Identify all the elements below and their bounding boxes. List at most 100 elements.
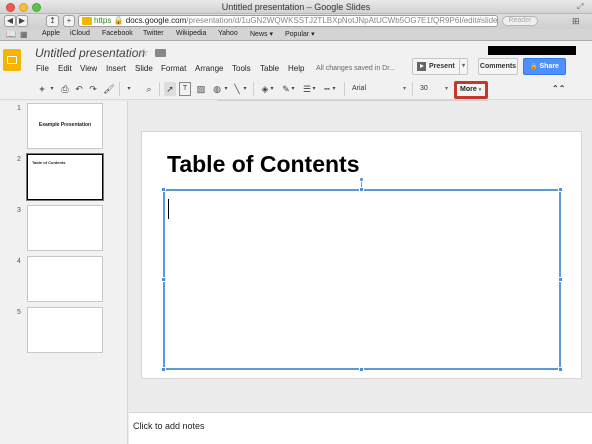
shape-icon[interactable]: ◍ [210, 82, 224, 96]
zoom-icon[interactable]: ⌕ [143, 82, 155, 96]
collapse-toolbar-icon[interactable]: ⌃⌃ [552, 82, 565, 96]
font-size-dropdown-icon: ▾ [444, 86, 448, 92]
back-button[interactable]: ◀ [4, 15, 16, 27]
lock-icon: 🔒 [113, 16, 124, 25]
menu-edit[interactable]: Edit [58, 64, 72, 73]
menu-format[interactable]: Format [161, 64, 186, 73]
bookmark-facebook[interactable]: Facebook [102, 30, 133, 37]
resize-handle-nw[interactable] [161, 187, 166, 192]
speaker-notes-placeholder[interactable]: Click to add notes [133, 421, 205, 431]
present-label: Present [429, 63, 455, 70]
border-dash-dropdown-icon[interactable]: ▾ [331, 82, 337, 96]
fill-dropdown-icon[interactable]: ▾ [269, 82, 275, 96]
bookmark-apple[interactable]: Apple [42, 30, 60, 37]
font-size-value: 30 [420, 85, 428, 92]
rotate-handle[interactable] [359, 177, 364, 182]
bookmark-news[interactable]: News ▾ [250, 30, 273, 38]
bookmark-icloud[interactable]: iCloud [70, 30, 90, 37]
more-toolbar-button[interactable]: More ▾ [454, 81, 488, 99]
bookmark-twitter[interactable]: Twitter [143, 30, 164, 37]
border-weight-dropdown-icon[interactable]: ▾ [311, 82, 317, 96]
more-dropdown-icon: ▾ [478, 87, 482, 93]
document-title[interactable]: Untitled presentation [35, 46, 145, 60]
reading-list-icon[interactable]: 📖 [6, 30, 16, 39]
menu-insert[interactable]: Insert [106, 64, 126, 73]
shape-dropdown-icon[interactable]: ▾ [223, 82, 229, 96]
text-caret [168, 199, 169, 219]
toolbar-divider [412, 82, 413, 96]
slide-thumbnail-1[interactable]: Example Presentation [27, 103, 103, 149]
slide-thumbnail-4[interactable] [27, 256, 103, 302]
paint-format-icon[interactable]: 🖌 [103, 82, 115, 96]
menu-help[interactable]: Help [288, 64, 304, 73]
toolbar-divider [344, 82, 345, 96]
slide-thumbnail-3[interactable] [27, 205, 103, 251]
top-sites-icon[interactable]: ▦ [20, 30, 28, 39]
slide-thumbnail-5[interactable] [27, 307, 103, 353]
star-icon[interactable]: ☆ [139, 46, 149, 59]
browser-toolbar: ◀ ▶ ↥ + https 🔒 docs.google.com/presenta… [0, 14, 592, 29]
border-color-dropdown-icon[interactable]: ▾ [290, 82, 296, 96]
app-header: Untitled presentation ☆ File Edit View I… [0, 41, 592, 77]
reader-button[interactable]: Reader [502, 16, 538, 26]
new-slide-dropdown-icon[interactable]: ▾ [49, 82, 55, 96]
thumbnail-title: Example Presentation [38, 122, 92, 128]
redo-icon[interactable]: ↷ [87, 82, 99, 96]
menu-arrange[interactable]: Arrange [195, 64, 223, 73]
menu-tools[interactable]: Tools [232, 64, 251, 73]
share-page-button[interactable]: ↥ [46, 15, 59, 27]
forward-button[interactable]: ▶ [16, 15, 28, 27]
image-icon[interactable]: ▨ [195, 82, 207, 96]
new-tab-button[interactable]: + [63, 15, 75, 27]
select-cursor-icon[interactable]: ➚ [164, 82, 176, 96]
line-dropdown-icon[interactable]: ▾ [242, 82, 248, 96]
bookmark-wikipedia[interactable]: Wikipedia [176, 30, 206, 37]
bookmark-yahoo[interactable]: Yahoo [218, 30, 238, 37]
url-scheme: https [94, 16, 112, 25]
resize-handle-sw[interactable] [161, 367, 166, 372]
toolbar-divider [253, 82, 254, 96]
slides-logo-icon[interactable] [3, 49, 21, 71]
share-label: Share [539, 63, 559, 70]
resize-handle-w[interactable] [161, 277, 166, 282]
font-family-select[interactable]: Arial ▾ [352, 82, 408, 96]
fullscreen-icon[interactable]: ⤢ [577, 2, 586, 11]
comments-button[interactable]: Comments [478, 58, 518, 75]
toolbar-divider [159, 82, 160, 96]
resize-handle-n[interactable] [359, 187, 364, 192]
resize-handle-ne[interactable] [558, 187, 563, 192]
save-status[interactable]: All changes saved in Dr... [316, 65, 395, 72]
bookmarks-bar: 📖 ▦ Apple iCloud Facebook Twitter Wikipe… [0, 29, 592, 41]
window-titlebar: Untitled presentation – Google Slides ⤢ [0, 0, 592, 14]
new-slide-button[interactable]: + [34, 82, 50, 96]
present-dropdown-icon[interactable]: ▾ [458, 59, 465, 74]
url-domain: docs.google.com [125, 16, 187, 25]
menu-table[interactable]: Table [260, 64, 279, 73]
slide-title[interactable]: Table of Contents [167, 151, 360, 178]
account-name-redacted [488, 46, 576, 55]
menu-slide[interactable]: Slide [135, 64, 153, 73]
lock-icon: 🔒 [530, 64, 538, 70]
slide-thumbnail-2[interactable]: Table of Contents [26, 153, 104, 201]
font-family-dropdown-icon: ▾ [402, 86, 406, 92]
resize-handle-se[interactable] [558, 367, 563, 372]
body-text-box[interactable] [163, 189, 561, 370]
menu-file[interactable]: File [36, 64, 49, 73]
print-icon[interactable]: ⎙ [59, 82, 71, 96]
favicon-icon [82, 17, 92, 25]
present-button[interactable]: Present ▾ [412, 58, 468, 75]
share-button[interactable]: 🔒 Share [523, 58, 566, 75]
undo-icon[interactable]: ↶ [73, 82, 85, 96]
sidebar-toggle-icon[interactable]: ⊞ [572, 16, 580, 27]
folder-icon[interactable] [155, 49, 166, 57]
menu-view[interactable]: View [80, 64, 97, 73]
resize-handle-s[interactable] [359, 367, 364, 372]
font-size-select[interactable]: 30 ▾ [418, 82, 448, 96]
thumbnail-title: Table of Contents [32, 160, 66, 165]
text-box-icon[interactable]: T [179, 82, 191, 96]
zoom-dropdown-icon[interactable]: ▾ [125, 82, 133, 96]
main-toolbar: + ▾ ⎙ ↶ ↷ 🖌 ▾ ⌕ ➚ T ▨ ◍ ▾ ╲ ▾ ◈ ▾ ✎ ▾ ☰ … [0, 77, 592, 100]
bookmark-popular[interactable]: Popular ▾ [285, 30, 315, 38]
url-bar[interactable]: https 🔒 docs.google.com/presentation/d/1… [78, 15, 498, 27]
resize-handle-e[interactable] [558, 277, 563, 282]
